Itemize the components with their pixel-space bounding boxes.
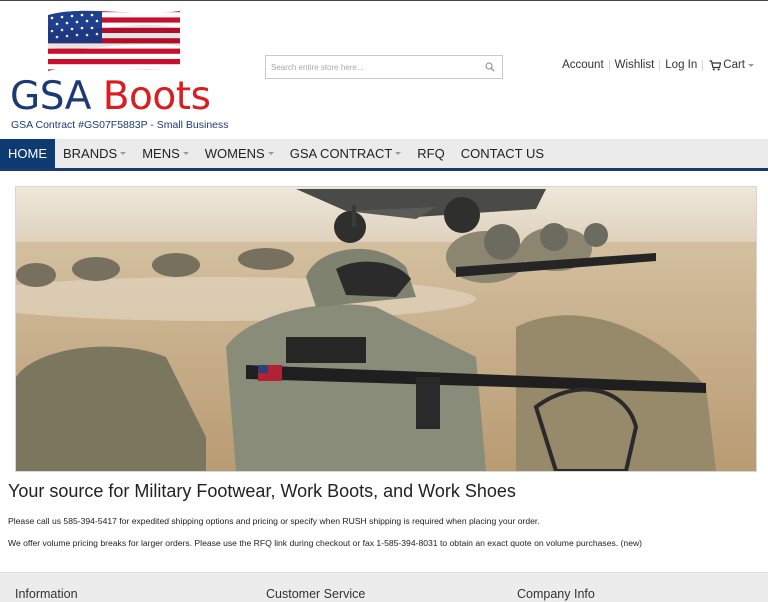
footer-heading-information: Information <box>15 587 78 601</box>
page-headline: Your source for Military Footwear, Work … <box>8 481 516 501</box>
cart-label: Cart <box>723 59 745 71</box>
account-links: Account Wishlist Log In Cart <box>557 59 754 71</box>
search-icon[interactable] <box>485 62 495 72</box>
nav-item-brands[interactable]: Brands <box>55 139 134 168</box>
search-box[interactable] <box>265 55 503 79</box>
site-logo[interactable]: GSA Boots GSA Contract #GS07F5883P - Sma… <box>8 7 229 133</box>
search-input[interactable] <box>266 56 478 78</box>
hero-banner[interactable] <box>15 186 757 472</box>
nav-item-home[interactable]: Home <box>0 139 55 168</box>
main-nav: Home Brands Mens Womens GSA Contract RFQ… <box>0 139 768 171</box>
site-footer: Information Customer Service Company Inf… <box>0 572 768 602</box>
footer-heading-customer-service: Customer Service <box>266 587 366 601</box>
us-flag-icon <box>48 10 180 71</box>
brand-name: GSA Boots <box>10 74 211 119</box>
nav-item-womens[interactable]: Womens <box>197 139 282 168</box>
nav-item-mens[interactable]: Mens <box>134 139 197 168</box>
chevron-down-icon <box>748 63 754 67</box>
cart-icon <box>709 59 722 70</box>
nav-item-rfq[interactable]: RFQ <box>409 139 452 168</box>
chevron-down-icon <box>267 152 274 155</box>
wishlist-link[interactable]: Wishlist <box>610 59 660 71</box>
volume-pricing-notice: We offer volume pricing breaks for large… <box>8 538 643 548</box>
nav-item-gsa-contract[interactable]: GSA Contract <box>282 139 410 168</box>
cart-button[interactable]: Cart <box>703 59 754 71</box>
shipping-notice: Please call us 585-394-5417 for expedite… <box>8 516 540 526</box>
chevron-down-icon <box>182 152 189 155</box>
login-link[interactable]: Log In <box>660 59 702 71</box>
nav-item-contact-us[interactable]: Contact Us <box>453 139 552 168</box>
chevron-down-icon <box>395 152 402 155</box>
account-link[interactable]: Account <box>557 59 609 71</box>
chevron-down-icon <box>120 152 127 155</box>
footer-heading-company-info: Company Info <box>517 587 595 601</box>
hero-image <box>16 187 756 471</box>
brand-tagline: GSA Contract #GS07F5883P - Small Busines… <box>11 119 229 131</box>
site-header: GSA Boots GSA Contract #GS07F5883P - Sma… <box>0 1 768 139</box>
